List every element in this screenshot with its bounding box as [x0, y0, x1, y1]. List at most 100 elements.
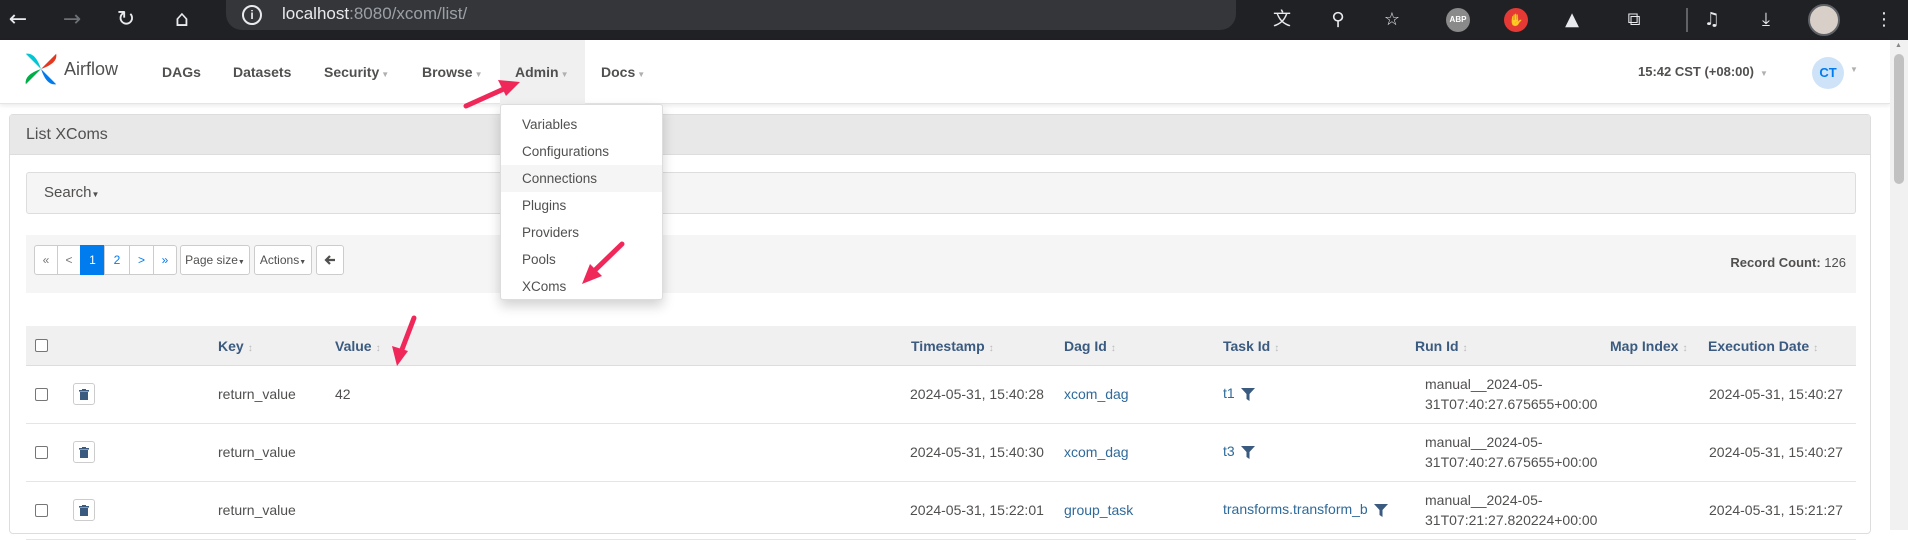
chevron-down-icon: ▼ — [1759, 69, 1768, 78]
menu-item-plugins[interactable]: Plugins — [501, 192, 662, 219]
cell-task-id[interactable]: t3 — [1223, 443, 1255, 459]
site-info-icon[interactable]: i — [242, 5, 262, 25]
back-icon[interactable]: ← — [2, 4, 34, 36]
brand-name[interactable]: Airflow — [64, 59, 118, 80]
filter-icon[interactable] — [1373, 503, 1388, 517]
cell-key: return_value — [218, 444, 296, 460]
sort-icon: ↕ — [1274, 343, 1280, 354]
chevron-down-icon[interactable]: ▼ — [1850, 65, 1858, 74]
dag-id-link[interactable]: group_task — [1064, 502, 1133, 518]
cell-value: 42 — [335, 386, 351, 402]
table-row: return_value 2024-05-31, 15:40:30 xcom_d… — [26, 424, 1856, 482]
extension-triangle-icon[interactable]: ▲ — [1558, 6, 1586, 34]
dag-id-link[interactable]: xcom_dag — [1064, 386, 1129, 402]
puzzle-icon[interactable]: ⧉ — [1620, 6, 1648, 34]
list-toolbar: « < 1 2 > » Page size▼ Actions▼ Record C… — [26, 235, 1856, 293]
last-page-button[interactable]: » — [153, 245, 177, 275]
home-icon[interactable]: ⌂ — [166, 4, 198, 36]
scroll-up-icon[interactable]: ▲ — [1895, 42, 1902, 49]
column-key[interactable]: Key ↕ — [218, 326, 253, 369]
cell-timestamp: 2024-05-31, 15:40:28 — [910, 386, 1044, 402]
search-toggle[interactable]: Search▼ — [26, 172, 1856, 214]
column-value[interactable]: Value ↕ — [335, 326, 381, 369]
cell-key: return_value — [218, 502, 296, 518]
page-size-button[interactable]: Page size▼ — [180, 245, 250, 275]
column-timestamp[interactable]: Timestamp ↕ — [911, 326, 994, 369]
delete-button[interactable] — [73, 441, 95, 463]
adblock-icon[interactable]: ABP — [1446, 8, 1470, 32]
prev-page-button[interactable]: < — [57, 245, 81, 275]
url-text[interactable]: localhost:8080/xcom/list/ — [282, 4, 467, 24]
download-icon[interactable]: ⤓ — [1752, 6, 1780, 34]
select-all-checkbox[interactable] — [35, 339, 48, 352]
address-bar[interactable]: i localhost:8080/xcom/list/ — [226, 0, 1236, 30]
xcom-table: Key ↕ Value ↕ Timestamp ↕ Dag Id ↕ Task Id ↕ … — [26, 326, 1856, 540]
cell-key: return_value — [218, 386, 296, 402]
menu-kebab-icon[interactable]: ⋮ — [1870, 6, 1898, 34]
sort-icon: ↕ — [1462, 343, 1468, 354]
chevron-down-icon: ▼ — [637, 70, 646, 79]
menu-item-configurations[interactable]: Configurations — [501, 138, 662, 165]
stop-hand-icon[interactable]: ✋ — [1504, 8, 1528, 32]
delete-button[interactable] — [73, 383, 95, 405]
sort-icon: ↕ — [988, 343, 994, 354]
media-queue-icon[interactable]: ♫ — [1698, 6, 1726, 34]
row-checkbox[interactable] — [35, 446, 48, 459]
nav-docs[interactable]: Docs ▼ — [601, 40, 645, 104]
filter-icon[interactable] — [1240, 445, 1255, 459]
forward-icon[interactable]: → — [56, 4, 88, 36]
bookmark-star-icon[interactable]: ☆ — [1378, 6, 1406, 34]
cell-task-id[interactable]: t1 — [1223, 385, 1255, 401]
admin-dropdown-menu: Variables Configurations Connections Plu… — [500, 104, 663, 300]
page-1-button[interactable]: 1 — [80, 245, 105, 275]
chevron-down-icon: ▼ — [299, 259, 307, 266]
column-map-index[interactable]: Map Index ↕ — [1610, 326, 1687, 369]
delete-button[interactable] — [73, 499, 95, 521]
back-button[interactable] — [316, 245, 344, 275]
cell-run-id: manual__2024-05- 31T07:40:27.675655+00:00 — [1425, 434, 1598, 470]
row-checkbox[interactable] — [35, 504, 48, 517]
reload-icon[interactable]: ↻ — [110, 4, 142, 36]
nav-security[interactable]: Security ▼ — [324, 40, 389, 104]
browser-toolbar: ← → ↻ ⌂ i localhost:8080/xcom/list/ 文 ⚲ … — [0, 0, 1908, 40]
cell-timestamp: 2024-05-31, 15:40:30 — [910, 444, 1044, 460]
nav-dags[interactable]: DAGs — [162, 40, 201, 104]
actions-button[interactable]: Actions▼ — [254, 245, 312, 275]
column-task-id[interactable]: Task Id ↕ — [1223, 326, 1279, 369]
sort-icon: ↕ — [1682, 343, 1688, 354]
airflow-navbar: Airflow DAGs Datasets Security ▼ Browse ▼ … — [0, 40, 1890, 104]
cell-run-id: manual__2024-05- 31T07:21:27.820224+00:00 — [1425, 492, 1598, 528]
chevron-down-icon: ▼ — [381, 70, 390, 79]
airflow-logo-icon[interactable] — [22, 50, 60, 88]
sort-icon: ↕ — [375, 343, 381, 354]
menu-item-connections[interactable]: Connections — [501, 165, 662, 192]
profile-avatar[interactable] — [1808, 4, 1840, 36]
menu-item-pools[interactable]: Pools — [501, 246, 662, 273]
column-run-id[interactable]: Run Id ↕ — [1415, 326, 1468, 369]
page-2-button[interactable]: 2 — [104, 245, 130, 275]
nav-browse[interactable]: Browse ▼ — [422, 40, 483, 104]
nav-admin[interactable]: Admin ▼ — [500, 40, 585, 104]
record-count: Record Count: 126 — [1730, 255, 1846, 270]
scroll-thumb[interactable] — [1894, 54, 1904, 184]
menu-item-xcoms[interactable]: XComs — [501, 273, 662, 300]
column-dag-id[interactable]: Dag Id ↕ — [1064, 326, 1116, 369]
zoom-icon[interactable]: ⚲ — [1324, 6, 1352, 34]
cell-timestamp: 2024-05-31, 15:22:01 — [910, 502, 1044, 518]
menu-item-providers[interactable]: Providers — [501, 219, 662, 246]
toolbar-divider — [1686, 8, 1688, 32]
nav-datasets[interactable]: Datasets — [233, 40, 291, 104]
cell-task-id[interactable]: transforms.transform_b — [1223, 501, 1388, 517]
user-avatar[interactable]: CT — [1812, 57, 1844, 89]
trash-icon — [79, 505, 89, 516]
column-execution-date[interactable]: Execution Date ↕ — [1708, 326, 1818, 369]
translate-icon[interactable]: 文 — [1268, 6, 1296, 34]
dag-id-link[interactable]: xcom_dag — [1064, 444, 1129, 460]
timezone-clock[interactable]: 15:42 CST (+08:00) ▼ — [1638, 40, 1768, 106]
filter-icon[interactable] — [1240, 387, 1255, 401]
menu-item-variables[interactable]: Variables — [501, 111, 662, 138]
next-page-button[interactable]: > — [129, 245, 154, 275]
row-checkbox[interactable] — [35, 388, 48, 401]
page-scrollbar[interactable]: ▲ — [1890, 40, 1908, 530]
first-page-button[interactable]: « — [34, 245, 58, 275]
